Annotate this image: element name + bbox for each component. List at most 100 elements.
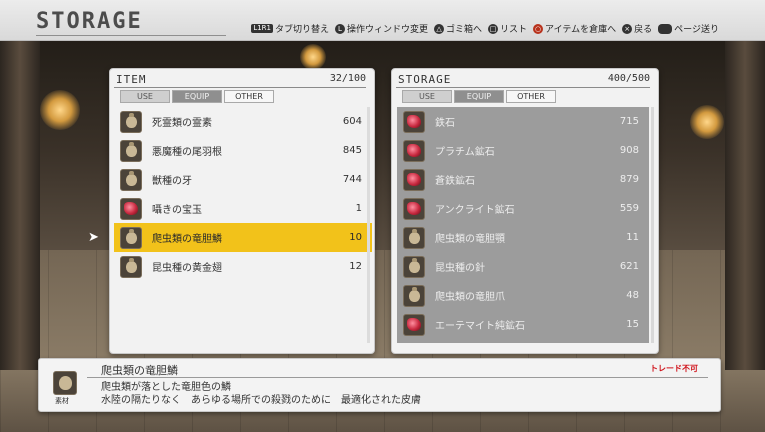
item-qty: 12	[349, 261, 362, 272]
pouch-icon	[120, 255, 142, 278]
item-name: アンクライト鉱石	[435, 205, 515, 216]
item-description-panel: 素材 爬虫類の竜胆鱗 トレード不可 爬虫類が落とした竜胆色の鱗 水陸の隔たりなく…	[38, 358, 721, 412]
ore-icon	[403, 168, 425, 191]
storage-tabs: USE EQUIP OTHER	[402, 90, 556, 103]
hint-label: 操作ウィンドウ変更	[347, 25, 429, 35]
list-item[interactable]: 鉄石 715	[397, 107, 649, 136]
item-name: 悪魔種の尾羽根	[152, 147, 222, 158]
item-list: 死霊類の霊素 604 悪魔種の尾羽根 845 獣種の牙 744 囁きの宝玉 1 爬虫類の…	[114, 107, 372, 281]
storage-panel-title: STORAGE	[398, 73, 452, 86]
description-line: 水陸の隔たりなく あらゆる場所での殺戮のために 最適化された皮膚	[101, 395, 421, 406]
pouch-icon	[120, 139, 142, 162]
list-item[interactable]: アンクライト鉱石 559	[397, 194, 649, 223]
storage-panel-header: STORAGE 400/500	[396, 73, 650, 88]
hint-label: 戻る	[634, 25, 653, 35]
list-item[interactable]: 爬虫類の竜胆顎 11	[397, 223, 649, 252]
trade-status: トレード不可	[650, 364, 698, 373]
list-item[interactable]: 悪魔種の尾羽根 845	[114, 136, 372, 165]
background-pillar	[0, 40, 40, 370]
item-name: 獣種の牙	[152, 176, 192, 187]
hint-label: リスト	[500, 25, 528, 35]
hint-list[interactable]: □ リスト	[488, 22, 527, 35]
list-item[interactable]: 昆虫種の黄金翅 12	[114, 252, 372, 281]
item-qty: 1	[355, 203, 362, 214]
l1r1-button-icon: L1R1	[251, 24, 273, 33]
ore-icon	[403, 110, 425, 133]
square-button-icon: □	[488, 23, 499, 34]
ore-icon	[403, 313, 425, 336]
list-item[interactable]: 爬虫類の竜胆爪 48	[397, 281, 649, 310]
hint-tab-switch[interactable]: L1R1 タブ切り替え	[251, 22, 329, 35]
item-qty: 604	[342, 116, 362, 127]
hint-trash[interactable]: △ ゴミ箱へ	[434, 22, 482, 35]
tab-equip[interactable]: EQUIP	[172, 90, 222, 103]
list-item[interactable]: 囁きの宝玉 1	[114, 194, 372, 223]
item-name: 蒼鉄鉱石	[435, 176, 475, 187]
tab-other[interactable]: OTHER	[224, 90, 274, 103]
item-name: 鉄石	[435, 118, 455, 129]
page-title: STORAGE	[36, 9, 143, 34]
item-panel-count: 32/100	[329, 73, 366, 84]
item-qty: 908	[619, 145, 639, 156]
background-lamp	[690, 105, 724, 139]
tab-equip[interactable]: EQUIP	[454, 90, 504, 103]
left-stick-icon: L	[335, 23, 345, 34]
hint-back[interactable]: × 戻る	[622, 22, 652, 35]
list-item[interactable]: 蒼鉄鉱石 879	[397, 165, 649, 194]
description-text: 爬虫類が落とした竜胆色の鱗 水陸の隔たりなく あらゆる場所での殺戮のために 最適…	[101, 381, 421, 407]
description-line: 爬虫類が落とした竜胆色の鱗	[101, 382, 231, 393]
pouch-icon	[403, 226, 425, 249]
item-qty: 744	[342, 174, 362, 185]
ore-icon	[120, 197, 142, 220]
item-name: プラチム鉱石	[435, 147, 495, 158]
cross-button-icon: ×	[622, 23, 633, 34]
item-qty: 11	[626, 232, 639, 243]
item-name: 爬虫類の竜胆顎	[435, 234, 505, 245]
list-item[interactable]: エーテマイト純鉱石 15	[397, 310, 649, 339]
pouch-icon	[120, 168, 142, 191]
item-category: 素材	[55, 397, 69, 405]
description-title: 爬虫類の竜胆鱗	[101, 364, 178, 377]
tab-use[interactable]: USE	[120, 90, 170, 103]
pouch-icon	[403, 255, 425, 278]
list-item[interactable]: 獣種の牙 744	[114, 165, 372, 194]
background-lamp	[40, 90, 80, 130]
item-qty: 15	[626, 319, 639, 330]
pouch-icon	[403, 284, 425, 307]
item-name: エーテマイト純鉱石	[435, 321, 525, 332]
list-item[interactable]: 死霊類の霊素 604	[114, 107, 372, 136]
hint-label: ページ送り	[674, 25, 719, 35]
pouch-icon	[120, 226, 142, 249]
storage-list: 鉄石 715 プラチム鉱石 908 蒼鉄鉱石 879 アンクライト鉱石 559 爬虫類の…	[397, 107, 649, 343]
dpad-icon	[658, 23, 673, 34]
hint-label: タブ切り替え	[274, 25, 329, 35]
pouch-icon	[120, 110, 142, 133]
list-item[interactable]: プラチム鉱石 908	[397, 136, 649, 165]
ore-icon	[403, 197, 425, 220]
background-pillar	[725, 40, 765, 370]
item-panel-header: ITEM 32/100	[114, 73, 366, 88]
item-scrollbar[interactable]	[367, 107, 370, 343]
triangle-button-icon: △	[434, 23, 445, 34]
item-qty: 879	[619, 174, 639, 185]
title-underline	[36, 35, 226, 36]
hint-to-storage[interactable]: ○ アイテムを倉庫へ	[533, 22, 616, 35]
hint-window-change[interactable]: L 操作ウィンドウ変更	[335, 22, 428, 35]
storage-panel-count: 400/500	[607, 73, 650, 84]
list-item-selected[interactable]: 爬虫類の竜胆鱗 10	[114, 223, 372, 252]
list-item[interactable]: 昆虫種の針 621	[397, 252, 649, 281]
storage-panel: STORAGE 400/500 USE EQUIP OTHER 鉄石 715 プラ…	[391, 68, 659, 354]
item-name: 昆虫種の黄金翅	[152, 263, 222, 274]
tab-other[interactable]: OTHER	[506, 90, 556, 103]
button-hints: L1R1 タブ切り替え L 操作ウィンドウ変更 △ ゴミ箱へ □ リスト ○ アイテムを倉…	[251, 22, 719, 35]
description-divider	[87, 377, 708, 378]
item-qty: 10	[349, 232, 362, 243]
circle-button-icon: ○	[533, 23, 544, 34]
hint-page[interactable]: ページ送り	[658, 22, 719, 35]
storage-scrollbar[interactable]	[651, 107, 654, 343]
tab-use[interactable]: USE	[402, 90, 452, 103]
item-qty: 48	[626, 290, 639, 301]
item-name: 爬虫類の竜胆爪	[435, 292, 505, 303]
item-name: 昆虫種の針	[435, 263, 485, 274]
hint-label: アイテムを倉庫へ	[545, 25, 617, 35]
